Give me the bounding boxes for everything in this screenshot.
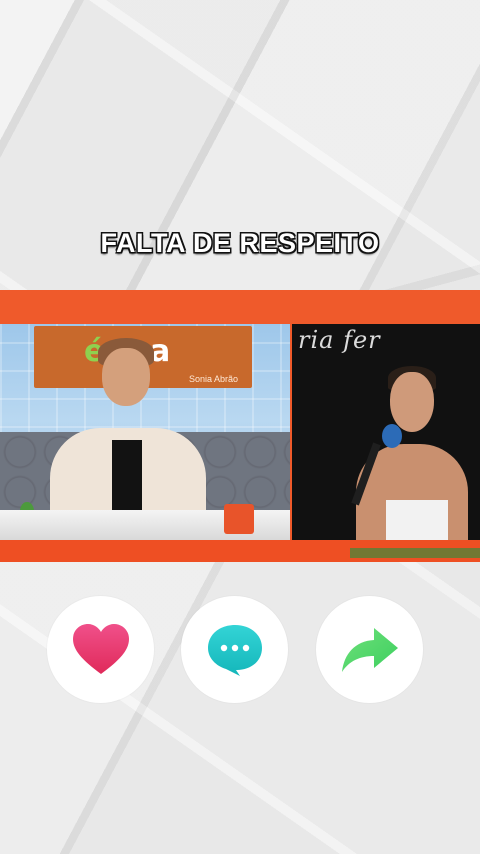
heart-icon [72, 623, 129, 674]
share-button[interactable] [316, 596, 423, 703]
guest-top [386, 500, 448, 540]
action-bar [0, 596, 480, 704]
host-head [102, 348, 150, 406]
video-top-stripe [0, 290, 480, 324]
guest-face [390, 372, 434, 432]
video-bottom-stripe [0, 540, 480, 562]
desk-mug [224, 504, 254, 534]
studio-panel: é sua Sonia Abrão [0, 324, 290, 540]
show-host-name: Sonia Abrão [188, 374, 238, 384]
comment-button[interactable] [181, 596, 288, 703]
video-bottom-green-bar [350, 548, 480, 558]
video-player[interactable]: é sua Sonia Abrão ria fer [0, 290, 480, 562]
microphone [382, 424, 402, 448]
like-button[interactable] [47, 596, 154, 703]
headline-caption: FALTA DE RESPEITO [100, 228, 380, 258]
share-arrow-icon [341, 627, 398, 672]
guest-panel: ria fer [292, 324, 480, 540]
neon-backdrop-text: ria fer [298, 326, 381, 354]
chat-bubble-icon [207, 624, 262, 676]
